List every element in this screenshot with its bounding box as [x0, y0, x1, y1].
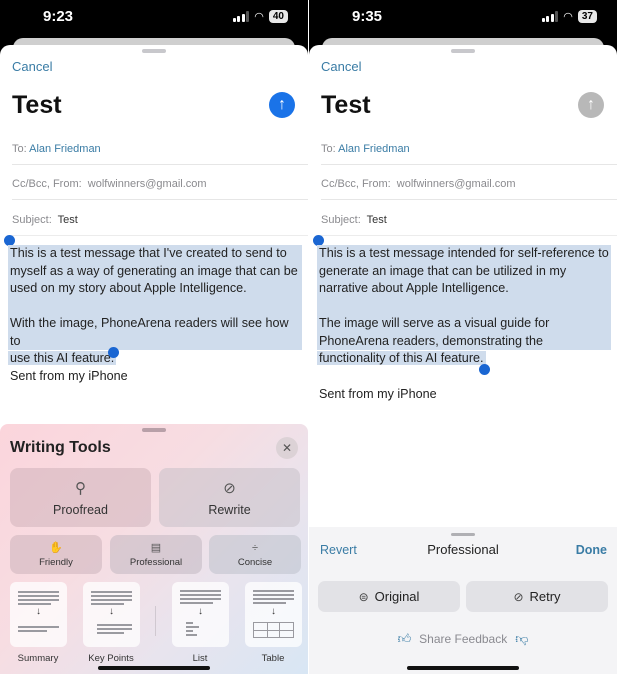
arrow-down-icon: ↓ — [198, 606, 203, 617]
signature: Sent from my iPhone — [319, 387, 437, 401]
writing-tools-panel: Writing Tools ✕ ⚲ Proofread ⊘ Rewrite ✋ … — [0, 424, 308, 674]
done-button[interactable]: Done — [576, 543, 607, 557]
share-feedback-label[interactable]: Share Feedback — [419, 632, 507, 646]
share-feedback: 👍︎ Share Feedback 👎︎ — [309, 631, 617, 647]
concise-button[interactable]: ÷ Concise — [209, 535, 301, 574]
rewrite-button[interactable]: ⊘ Rewrite — [159, 468, 300, 527]
table-icon — [253, 622, 294, 638]
status-time: 9:35 — [352, 8, 383, 25]
arrow-down-icon: ↓ — [271, 606, 276, 617]
sheet-grabber[interactable] — [451, 49, 475, 53]
close-button[interactable]: ✕ — [276, 437, 298, 459]
wave-hand-icon: ✋ — [49, 542, 63, 554]
thumbs-up-icon[interactable]: 👍︎ — [398, 631, 412, 647]
message-body[interactable]: This is a test message that I've created… — [8, 245, 302, 368]
battery-icon: 37 — [577, 10, 597, 23]
subject-field[interactable]: Subject: Test — [12, 214, 308, 236]
panel-grabber[interactable] — [451, 533, 475, 536]
compose-title: Test — [321, 91, 371, 119]
status-bar: 9:23 ◠ 40 — [0, 0, 308, 38]
arrow-up-icon: ↑ — [587, 96, 595, 113]
to-field[interactable]: To: Alan Friedman — [12, 143, 308, 165]
phone-screen-left: 9:23 ◠ 40 Cancel Test ↑ To: Alan Friedma… — [0, 0, 308, 674]
proofread-button[interactable]: ⚲ Proofread — [10, 468, 151, 527]
signature: Sent from my iPhone — [10, 369, 128, 383]
cc-bcc-from-field[interactable]: Cc/Bcc, From: wolfwinners@gmail.com — [321, 178, 617, 200]
close-icon: ✕ — [281, 441, 293, 455]
cancel-button[interactable]: Cancel — [12, 59, 52, 74]
table-label: Table — [261, 653, 285, 664]
rewrite-icon: ⊘ — [223, 479, 236, 497]
home-indicator[interactable] — [407, 666, 519, 670]
subject-field[interactable]: Subject: Test — [321, 214, 617, 236]
retry-icon: ⊘ — [513, 589, 524, 604]
wifi-icon: ◠ — [563, 11, 573, 23]
key-points-card[interactable]: ↓ — [83, 582, 140, 647]
arrow-down-icon: ↓ — [36, 606, 41, 617]
status-time: 9:23 — [43, 8, 74, 25]
to-field[interactable]: To: Alan Friedman — [321, 143, 617, 165]
thumbs-down-icon[interactable]: 👎︎ — [515, 631, 528, 647]
phone-screen-right: 9:35 ◠ 37 Cancel Test ↑ To: Alan Friedma… — [309, 0, 617, 674]
recipient[interactable]: Alan Friedman — [29, 143, 101, 155]
cancel-button[interactable]: Cancel — [321, 59, 361, 74]
panel-grabber[interactable] — [142, 428, 166, 432]
compose-title: Test — [12, 91, 62, 119]
divide-icon: ÷ — [251, 541, 259, 554]
friendly-button[interactable]: ✋ Friendly — [10, 535, 102, 574]
table-card[interactable]: ↓ — [245, 582, 302, 647]
professional-button[interactable]: ▤ Professional — [110, 535, 202, 574]
original-button[interactable]: ⊜ Original — [318, 581, 460, 612]
list-label: List — [192, 653, 208, 664]
panel-title: Professional — [427, 542, 499, 557]
arrow-down-icon: ↓ — [109, 606, 114, 617]
home-indicator[interactable] — [98, 666, 210, 670]
cellular-signal-icon — [232, 11, 250, 22]
summary-card[interactable]: ↓ — [10, 582, 67, 647]
recipient[interactable]: Alan Friedman — [338, 143, 410, 155]
cc-bcc-from-field[interactable]: Cc/Bcc, From: wolfwinners@gmail.com — [12, 178, 308, 200]
magnifier-icon: ⚲ — [75, 479, 86, 497]
sheet-grabber[interactable] — [142, 49, 166, 53]
battery-icon: 40 — [268, 10, 288, 23]
status-bar: 9:35 ◠ 37 — [309, 0, 617, 38]
briefcase-icon: ▤ — [150, 542, 162, 554]
original-icon: ⊜ — [358, 589, 369, 604]
retry-button[interactable]: ⊘ Retry — [466, 581, 608, 612]
selection-handle-end[interactable] — [108, 347, 119, 358]
writing-tools-result-panel: Revert Professional Done ⊜ Original ⊘ Re… — [309, 527, 617, 674]
selection-handle-end[interactable] — [479, 364, 490, 375]
arrow-up-icon: ↑ — [278, 96, 286, 113]
list-card[interactable]: ↓ — [172, 582, 229, 647]
send-button[interactable]: ↑ — [269, 92, 295, 118]
writing-tools-title: Writing Tools — [10, 439, 111, 456]
send-button[interactable]: ↑ — [578, 92, 604, 118]
wifi-icon: ◠ — [254, 11, 264, 23]
cellular-signal-icon — [541, 11, 559, 22]
message-body[interactable]: This is a test message intended for self… — [317, 245, 611, 368]
key-points-label: Key Points — [88, 653, 134, 664]
summary-label: Summary — [17, 653, 59, 664]
